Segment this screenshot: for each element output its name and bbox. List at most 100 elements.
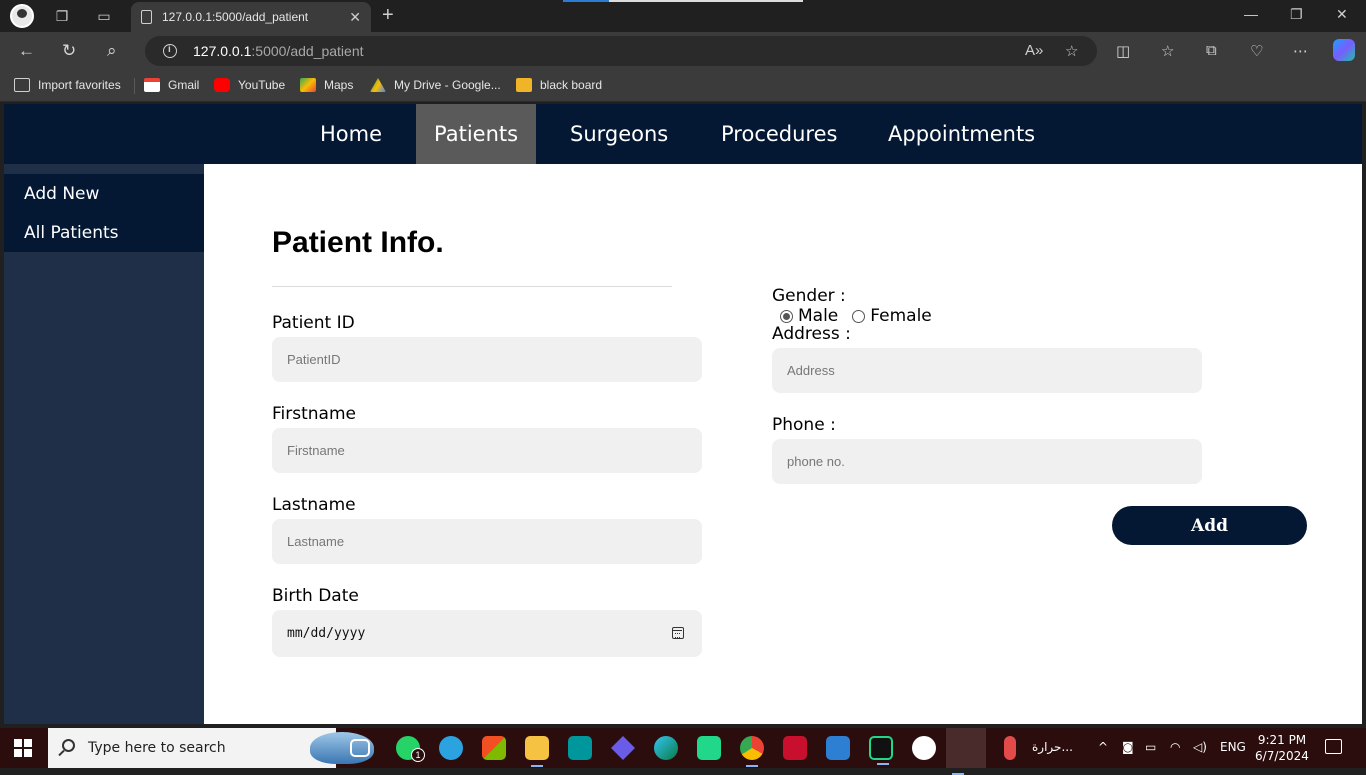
chrome-icon[interactable] xyxy=(740,736,764,767)
close-window-icon[interactable]: ✕ xyxy=(1336,6,1348,23)
telegram-icon[interactable] xyxy=(439,736,463,760)
dataspell-icon[interactable] xyxy=(697,736,721,760)
birth-date-input[interactable]: mm/dd/yyyy xyxy=(272,610,702,657)
new-tab-icon[interactable]: + xyxy=(382,4,394,27)
favorite-star-icon[interactable]: ☆ xyxy=(1065,42,1078,60)
gender-female-label[interactable]: Female xyxy=(870,306,931,326)
phone-label: Phone : xyxy=(772,415,836,435)
bookmark-label: Import favorites xyxy=(38,78,121,92)
split-screen-icon[interactable]: ◫ xyxy=(1116,42,1130,60)
collections-icon[interactable]: ⧉ xyxy=(1206,42,1217,59)
address-bar-row: ← ↻ ⌕ 127.0.0.1:5000/add_patient A» ☆ ◫ … xyxy=(0,32,1366,70)
bookmark-separator xyxy=(134,78,135,94)
meet-now-icon[interactable]: ◙ xyxy=(1122,740,1134,754)
github-desktop-icon[interactable] xyxy=(912,736,936,760)
tab-actions-icon[interactable]: ▭ xyxy=(94,6,114,26)
profile-avatar-icon[interactable] xyxy=(10,4,34,28)
url-field[interactable]: 127.0.0.1:5000/add_patient A» ☆ xyxy=(145,36,1097,66)
phone-input[interactable] xyxy=(772,439,1202,484)
task-view-icon[interactable] xyxy=(350,739,370,757)
workspaces-icon[interactable]: ❐ xyxy=(52,6,72,26)
form-title: Patient Info. xyxy=(272,226,444,259)
google-drive-icon xyxy=(370,78,386,92)
bookmark-import-favorites[interactable]: Import favorites xyxy=(14,78,121,92)
patient-form: Patient Info. Patient ID Firstname Lastn… xyxy=(204,164,1362,724)
url-text[interactable]: 127.0.0.1:5000/add_patient xyxy=(193,43,364,59)
whatsapp-icon[interactable]: 1 xyxy=(396,736,425,762)
top-navigation: Home Patients Surgeons Procedures Appoin… xyxy=(4,104,1362,164)
bookmark-label: YouTube xyxy=(238,78,286,92)
firstname-input[interactable] xyxy=(272,428,702,473)
media-player-icon[interactable] xyxy=(611,736,635,760)
wifi-icon[interactable]: ◠ xyxy=(1170,740,1180,754)
maps-icon xyxy=(300,78,316,92)
language-indicator[interactable]: ENG xyxy=(1220,740,1246,754)
calendar-icon[interactable] xyxy=(672,627,684,639)
copilot-icon[interactable] xyxy=(1333,39,1355,61)
refresh-icon[interactable]: ↻ xyxy=(62,41,76,61)
windows-start-icon[interactable] xyxy=(14,739,32,757)
loading-bar xyxy=(563,0,803,2)
bookmark-label: Gmail xyxy=(168,78,200,92)
show-hidden-icons-icon[interactable]: ^ xyxy=(1098,740,1108,754)
volume-icon[interactable]: ◁) xyxy=(1193,740,1207,754)
nav-patients[interactable]: Patients xyxy=(416,104,537,164)
minimize-icon[interactable]: — xyxy=(1244,6,1258,22)
title-divider xyxy=(272,286,672,287)
whatsapp-badge: 1 xyxy=(411,748,425,762)
arduino-icon[interactable] xyxy=(568,736,592,760)
sidebar-item-add-new[interactable]: Add New xyxy=(24,184,99,204)
nav-surgeons[interactable]: Surgeons xyxy=(552,104,686,164)
favorites-icon[interactable]: ☆ xyxy=(1161,42,1174,60)
bookmark-maps[interactable]: Maps xyxy=(300,78,353,92)
browser-tab[interactable]: 127.0.0.1:5000/add_patient ✕ xyxy=(131,2,371,32)
tab-title: 127.0.0.1:5000/add_patient xyxy=(162,10,309,24)
battery-icon[interactable]: ▭ xyxy=(1145,740,1156,754)
url-path: :5000/add_patient xyxy=(251,43,364,59)
gender-male-radio[interactable] xyxy=(780,309,793,323)
mcafee-icon[interactable] xyxy=(783,736,807,760)
close-tab-icon[interactable]: ✕ xyxy=(349,9,361,26)
gender-male-label[interactable]: Male xyxy=(798,306,838,326)
photos-icon[interactable] xyxy=(826,736,850,760)
clock[interactable]: 9:21 PM 6/7/2024 xyxy=(1252,732,1312,764)
restore-icon[interactable]: ❐ xyxy=(1290,6,1303,23)
sidebar-item-all-patients[interactable]: All Patients xyxy=(24,223,119,243)
browser-essentials-icon[interactable]: ♡ xyxy=(1250,42,1263,60)
bookmark-label: My Drive - Google... xyxy=(394,78,501,92)
notifications-icon[interactable] xyxy=(1325,739,1342,754)
file-explorer-icon[interactable] xyxy=(525,736,549,767)
edge-icon[interactable] xyxy=(654,736,678,760)
web-page: Home Patients Surgeons Procedures Appoin… xyxy=(4,104,1362,724)
back-arrow-icon[interactable]: ← xyxy=(18,41,35,61)
nav-home[interactable]: Home xyxy=(302,104,400,164)
thermometer-icon xyxy=(1004,736,1016,760)
lastname-input[interactable] xyxy=(272,519,702,564)
taskbar-search[interactable]: Type here to search xyxy=(48,728,374,768)
bookmark-black-board[interactable]: black board xyxy=(516,78,602,92)
address-input[interactable] xyxy=(772,348,1202,393)
firstname-label: Firstname xyxy=(272,404,356,424)
more-menu-icon[interactable]: ⋯ xyxy=(1293,42,1308,60)
pycharm-icon[interactable] xyxy=(869,736,893,765)
bookmark-my-drive[interactable]: My Drive - Google... xyxy=(370,78,501,92)
add-button[interactable]: Add xyxy=(1112,506,1307,545)
bookmark-youtube[interactable]: YouTube xyxy=(214,78,285,92)
gender-radio-group: Male Female xyxy=(776,306,942,326)
microsoft-store-icon[interactable] xyxy=(482,736,506,760)
import-icon xyxy=(14,78,30,92)
site-info-icon[interactable] xyxy=(163,44,177,58)
search-icon[interactable]: ⌕ xyxy=(107,41,117,61)
read-aloud-icon[interactable]: A» xyxy=(1025,42,1043,59)
bookmark-gmail[interactable]: Gmail xyxy=(144,78,199,92)
sidebar: Add New All Patients xyxy=(4,164,204,724)
page-icon xyxy=(141,10,152,24)
postman-active-icon[interactable] xyxy=(946,728,986,775)
patient-id-input[interactable] xyxy=(272,337,702,382)
nav-procedures[interactable]: Procedures xyxy=(703,104,855,164)
patient-id-label: Patient ID xyxy=(272,313,355,333)
gender-female-radio[interactable] xyxy=(852,309,866,323)
weather-text[interactable]: حرارة... xyxy=(1032,740,1073,754)
nav-appointments[interactable]: Appointments xyxy=(870,104,1053,164)
bookmark-label: black board xyxy=(540,78,603,92)
